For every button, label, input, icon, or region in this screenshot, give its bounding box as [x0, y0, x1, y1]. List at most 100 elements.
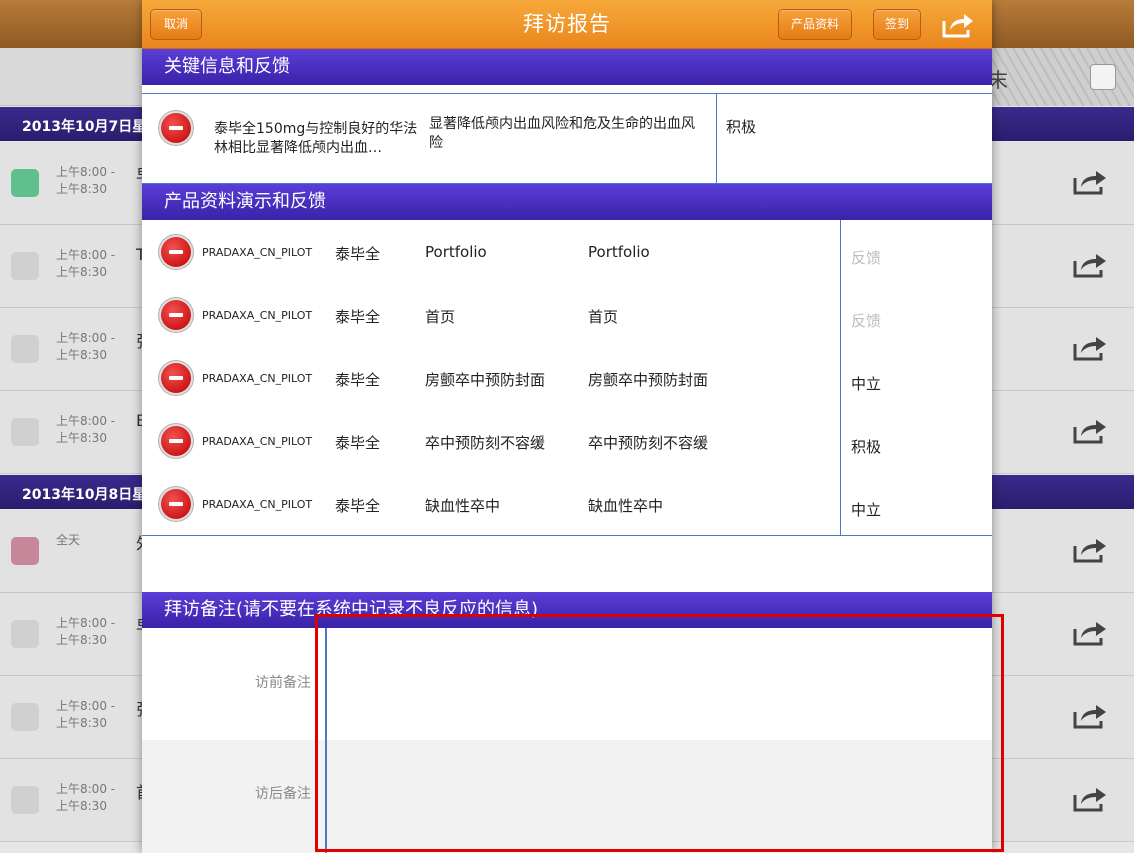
page-name: 卒中预防刻不容缓	[588, 434, 709, 452]
post-visit-note-label: 访后备注	[255, 786, 311, 802]
remove-icon[interactable]	[161, 237, 191, 267]
event-time: 上午8:00 - 上午8:30	[56, 781, 115, 815]
event-time-start: 上午8:00 -	[56, 248, 116, 262]
notes-divider	[325, 628, 327, 853]
event-time-end: 上午8:30	[56, 633, 107, 647]
product-demo-row[interactable]: PRADAXA_CN_PILOT 泰毕全 缺血性卒中 缺血性卒中 中立	[142, 472, 992, 536]
event-time-end: 上午8:30	[56, 799, 107, 813]
feedback-value[interactable]: 反馈	[851, 247, 881, 268]
product-name: 泰毕全	[335, 245, 381, 263]
dialog-title: 拜访报告	[523, 12, 611, 36]
product-code: PRADAXA_CN_PILOT	[202, 309, 313, 322]
event-time-start: 上午8:00 -	[56, 414, 116, 428]
event-time-start: 上午8:00 -	[56, 165, 116, 179]
event-color-swatch	[11, 335, 39, 363]
share-icon[interactable]	[1072, 619, 1108, 647]
feedback-value[interactable]: 中立	[851, 499, 881, 520]
page-name: 首页	[588, 308, 619, 326]
product-name: 泰毕全	[335, 434, 381, 452]
product-code: PRADAXA_CN_PILOT	[202, 435, 313, 448]
column-divider	[840, 220, 841, 283]
column-divider	[840, 283, 841, 346]
page-name: 缺血性卒中	[588, 497, 664, 515]
feedback-value[interactable]: 反馈	[851, 310, 881, 331]
share-icon[interactable]	[941, 11, 975, 39]
event-time: 上午8:00 - 上午8:30	[56, 330, 115, 364]
product-demo-row[interactable]: PRADAXA_CN_PILOT 泰毕全 首页 首页 反馈	[142, 283, 992, 347]
product-code: PRADAXA_CN_PILOT	[202, 246, 313, 259]
share-icon[interactable]	[1072, 417, 1108, 445]
page-name: 房颤卒中预防封面	[588, 371, 709, 389]
share-icon[interactable]	[1072, 785, 1108, 813]
checkin-button[interactable]: 签到	[873, 9, 921, 40]
share-icon[interactable]	[1072, 536, 1108, 564]
event-time: 上午8:00 - 上午8:30	[56, 615, 115, 649]
remove-icon[interactable]	[161, 300, 191, 330]
event-time: 上午8:00 - 上午8:30	[56, 698, 115, 732]
share-icon[interactable]	[1072, 334, 1108, 362]
share-icon[interactable]	[1072, 702, 1108, 730]
column-divider	[840, 346, 841, 409]
column-divider	[840, 472, 841, 535]
slide-name: Portfolio	[425, 243, 487, 261]
product-demo-section-header: 产品资料演示和反馈	[142, 184, 992, 220]
product-name: 泰毕全	[335, 497, 381, 515]
slide-name: 缺血性卒中	[425, 497, 501, 515]
key-feedback-row[interactable]: 泰毕全150mg与控制良好的华法林相比显著降低颅内出血… 显著降低颅内出血风险和…	[142, 93, 992, 184]
event-color-swatch	[11, 252, 39, 280]
product-demo-row[interactable]: PRADAXA_CN_PILOT 泰毕全 Portfolio Portfolio 反馈	[142, 220, 992, 284]
product-info-button[interactable]: 产品资料	[778, 9, 852, 40]
notes-section-header: 拜访备注(请不要在系统中记录不良反应的信息)	[142, 592, 992, 628]
feedback-value[interactable]: 中立	[851, 373, 881, 394]
event-time-end: 上午8:30	[56, 182, 107, 196]
column-divider	[716, 94, 717, 184]
key-benefit: 显著降低颅内出血风险和危及生命的出血风险	[429, 116, 695, 151]
event-time-start: 全天	[56, 533, 81, 547]
cancel-button[interactable]: 取消	[150, 9, 202, 40]
event-time-start: 上午8:00 -	[56, 616, 116, 630]
slide-name: 首页	[425, 308, 456, 326]
slide-name: 房颤卒中预防封面	[425, 371, 546, 389]
remove-icon[interactable]	[161, 489, 191, 519]
page-name: Portfolio	[588, 243, 650, 261]
product-code: PRADAXA_CN_PILOT	[202, 498, 313, 511]
remove-icon[interactable]	[161, 113, 191, 143]
event-time: 上午8:00 - 上午8:30	[56, 413, 115, 447]
dialog-header: 拜访报告 取消 产品资料 签到	[142, 0, 992, 49]
remove-icon[interactable]	[161, 426, 191, 456]
product-name: 泰毕全	[335, 371, 381, 389]
event-time: 上午8:00 - 上午8:30	[56, 164, 115, 198]
slide-name: 卒中预防刻不容缓	[425, 434, 546, 452]
event-color-swatch	[11, 620, 39, 648]
event-color-swatch	[11, 537, 39, 565]
event-time: 上午8:00 - 上午8:30	[56, 247, 115, 281]
event-time-end: 上午8:30	[56, 431, 107, 445]
product-demo-row[interactable]: PRADAXA_CN_PILOT 泰毕全 房颤卒中预防封面 房颤卒中预防封面 中立	[142, 346, 992, 410]
event-color-swatch	[11, 703, 39, 731]
event-time-start: 上午8:00 -	[56, 699, 116, 713]
key-feedback-section-header: 关键信息和反馈	[142, 49, 992, 85]
event-time-end: 上午8:30	[56, 348, 107, 362]
product-demo-row[interactable]: PRADAXA_CN_PILOT 泰毕全 卒中预防刻不容缓 卒中预防刻不容缓 积极	[142, 409, 992, 473]
product-code: PRADAXA_CN_PILOT	[202, 372, 313, 385]
product-name: 泰毕全	[335, 308, 381, 326]
remove-icon[interactable]	[161, 363, 191, 393]
event-time-end: 上午8:30	[56, 265, 107, 279]
event-color-swatch	[11, 418, 39, 446]
visit-report-dialog: 拜访报告 取消 产品资料 签到 关键信息和反馈 泰毕全150mg与控制良好的华法…	[142, 0, 992, 853]
event-color-swatch	[11, 169, 39, 197]
event-time-end: 上午8:30	[56, 716, 107, 730]
pre-visit-note-label: 访前备注	[255, 675, 311, 691]
event-time-start: 上午8:00 -	[56, 782, 116, 796]
background-checkbox[interactable]	[1090, 64, 1116, 90]
key-message: 泰毕全150mg与控制良好的华法林相比显著降低颅内出血…	[214, 121, 418, 156]
event-time: 全天	[56, 532, 80, 549]
key-reaction[interactable]: 积极	[726, 116, 756, 137]
post-visit-note-input[interactable]	[328, 740, 992, 853]
event-time-start: 上午8:00 -	[56, 331, 116, 345]
event-color-swatch	[11, 786, 39, 814]
feedback-value[interactable]: 积极	[851, 436, 881, 457]
share-icon[interactable]	[1072, 168, 1108, 196]
pre-visit-note-input[interactable]	[328, 628, 992, 740]
share-icon[interactable]	[1072, 251, 1108, 279]
